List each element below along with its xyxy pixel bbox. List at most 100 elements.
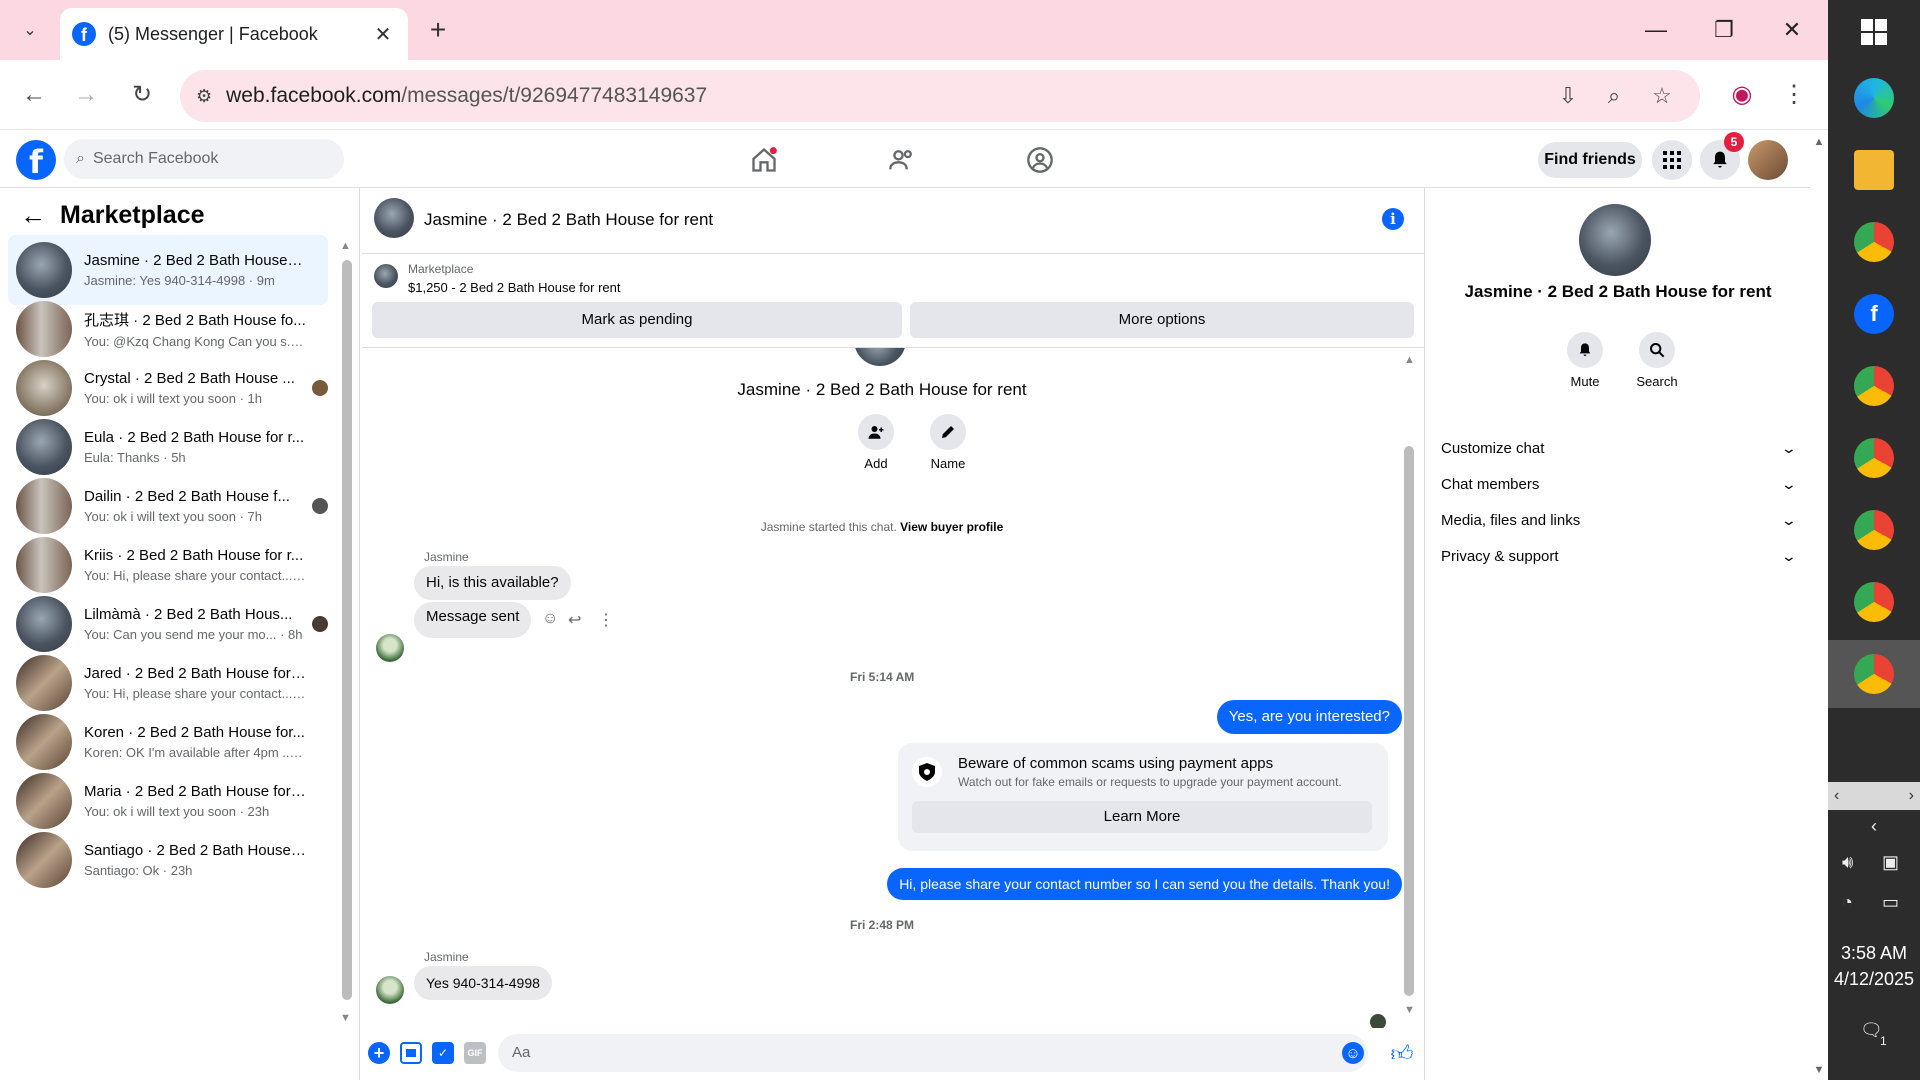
show-hidden-icons-icon[interactable]: ‹ xyxy=(1828,816,1920,837)
back-icon[interactable]: ← xyxy=(16,77,52,113)
sender-name: Jasmine xyxy=(424,950,469,964)
battery-icon[interactable]: ▭ xyxy=(1882,892,1899,913)
conversation-list-scrollbar[interactable] xyxy=(342,260,352,1000)
thumbs-up-icon[interactable]: 👍︎ xyxy=(1390,1041,1414,1066)
react-icon[interactable]: ☺ xyxy=(542,610,558,628)
taskbar-scroll-control[interactable]: ‹ › xyxy=(1828,782,1920,810)
chrome-icon[interactable] xyxy=(1854,222,1894,262)
outgoing-message[interactable]: Hi, please share your contact number so … xyxy=(887,868,1402,900)
chat-scroll-up-icon[interactable]: ▲ xyxy=(1404,354,1415,366)
view-buyer-profile-link[interactable]: View buyer profile xyxy=(900,520,1003,534)
volume-icon[interactable]: 🔊︎ xyxy=(1842,852,1853,873)
media-files-links-section[interactable]: Media, files and links ⌄ xyxy=(1441,500,1797,540)
chevron-right-icon[interactable]: › xyxy=(1909,787,1914,805)
restore-icon[interactable]: ❐ xyxy=(1704,10,1744,50)
section-label: Privacy & support xyxy=(1441,547,1559,565)
add-people-button[interactable]: Add xyxy=(846,414,906,471)
listing-title[interactable]: $1,250 - 2 Bed 2 Bath House for rent xyxy=(408,280,620,295)
incoming-message[interactable]: Yes 940-314-4998 xyxy=(414,966,552,1000)
zoom-icon[interactable]: ⌕ xyxy=(1598,80,1630,112)
chat-members-section[interactable]: Chat members ⌄ xyxy=(1441,464,1797,504)
incoming-message[interactable]: Hi, is this available? xyxy=(414,566,571,600)
learn-more-button[interactable]: Learn More xyxy=(912,801,1372,833)
windows-taskbar: f ‹ › ‹ 🔊︎ ▣ ◔ ▭ 3:58 AM 4/12/2025 🗨︎ 1 xyxy=(1828,0,1920,1080)
chrome-profile-icon[interactable] xyxy=(1854,582,1894,622)
menu-grid-icon[interactable] xyxy=(1652,140,1692,180)
forward-icon[interactable]: → xyxy=(68,77,104,113)
customize-chat-section[interactable]: Customize chat ⌄ xyxy=(1441,428,1797,468)
chat-scroll-down-icon[interactable]: ▼ xyxy=(1404,1004,1415,1016)
plus-icon[interactable]: + xyxy=(368,1042,390,1064)
meet-now-icon[interactable]: ▣ xyxy=(1882,852,1899,873)
browser-tab[interactable]: f (5) Messenger | Facebook ✕ xyxy=(60,8,408,60)
avatar xyxy=(16,714,72,770)
chat-scrollbar[interactable] xyxy=(1404,446,1414,996)
home-icon[interactable] xyxy=(744,140,784,180)
message-input[interactable]: Aa xyxy=(498,1034,1368,1072)
message-thread: Jasmine · 2 Bed 2 Bath House for rent Ad… xyxy=(362,348,1424,1028)
sticker-icon[interactable]: ✓ xyxy=(432,1042,454,1064)
avatar xyxy=(16,301,72,357)
facebook-logo-icon[interactable]: f xyxy=(16,140,56,181)
details-avatar[interactable] xyxy=(1579,204,1651,276)
incoming-message[interactable]: Message sent xyxy=(414,602,532,638)
sender-avatar[interactable] xyxy=(376,634,404,662)
profile-icon[interactable]: ◉ xyxy=(1724,77,1760,113)
taskbar-clock[interactable]: 3:58 AM 4/12/2025 xyxy=(1828,940,1920,992)
emoji-icon[interactable]: ☺ xyxy=(1342,1042,1364,1064)
windows-start-icon[interactable] xyxy=(1854,12,1894,52)
conversation-item[interactable]: Santiago · 2 Bed 2 Bath House ... Santiag… xyxy=(8,825,328,895)
reply-icon[interactable]: ↩ xyxy=(568,610,581,630)
back-arrow-icon[interactable]: ← xyxy=(20,200,46,231)
wifi-icon[interactable]: ◔ xyxy=(1842,892,1853,913)
chrome-profile-icon[interactable] xyxy=(1854,654,1894,694)
chat-header: Jasmine · 2 Bed 2 Bath House for rent i xyxy=(362,188,1424,254)
friends-icon[interactable] xyxy=(882,140,922,180)
privacy-support-section[interactable]: Privacy & support ⌄ xyxy=(1441,536,1797,576)
new-tab-button[interactable]: + xyxy=(420,14,456,48)
minimize-icon[interactable]: — xyxy=(1636,10,1676,50)
avatar xyxy=(16,242,72,298)
more-actions-icon[interactable]: ⋮ xyxy=(598,610,614,630)
groups-icon[interactable] xyxy=(1020,140,1060,180)
scroll-up-icon[interactable]: ▲ xyxy=(340,240,351,252)
facebook-app-icon[interactable]: f xyxy=(1854,294,1894,334)
close-tab-icon[interactable]: ✕ xyxy=(370,22,396,47)
search-input[interactable]: ⌕ Search Facebook xyxy=(64,139,344,179)
chat-avatar[interactable] xyxy=(374,198,414,238)
add-label: Add xyxy=(864,456,888,471)
outgoing-message[interactable]: Yes, are you interested? xyxy=(1216,700,1402,734)
scroll-down-icon[interactable]: ▼ xyxy=(340,1012,351,1024)
address-bar[interactable]: ⚙ web.facebook.com/messages/t/9269477483… xyxy=(180,70,1700,122)
more-options-button[interactable]: More options xyxy=(910,302,1414,338)
search-in-conversation-button[interactable]: Search xyxy=(1627,332,1687,389)
site-settings-icon[interactable]: ⚙ xyxy=(196,86,212,107)
conversation-info-icon[interactable]: i xyxy=(1382,208,1404,230)
chat-title[interactable]: Jasmine · 2 Bed 2 Bath House for rent xyxy=(424,210,713,230)
file-explorer-icon[interactable] xyxy=(1854,150,1894,190)
close-window-icon[interactable]: ✕ xyxy=(1772,10,1812,50)
name-chat-button[interactable]: Name xyxy=(918,414,978,471)
chrome-profile-icon[interactable] xyxy=(1854,510,1894,550)
bookmark-star-icon[interactable]: ☆ xyxy=(1646,80,1678,112)
image-icon[interactable] xyxy=(400,1042,422,1064)
find-friends-button[interactable]: Find friends xyxy=(1538,142,1642,178)
chrome-profile-icon[interactable] xyxy=(1854,366,1894,406)
tab-search-button[interactable]: ⌄ xyxy=(10,12,50,48)
reload-icon[interactable]: ↻ xyxy=(124,77,160,113)
page-scroll-up-icon[interactable]: ▲ xyxy=(1810,136,1828,150)
page-scroll-down-icon[interactable]: ▼ xyxy=(1810,1064,1828,1076)
mark-as-pending-button[interactable]: Mark as pending xyxy=(372,302,902,338)
pencil-icon xyxy=(930,414,966,450)
browser-menu-icon[interactable]: ⋮ xyxy=(1776,77,1812,113)
mute-button[interactable]: Mute xyxy=(1555,332,1615,389)
install-app-icon[interactable]: ⇩ xyxy=(1552,80,1584,112)
chevron-left-icon[interactable]: ‹ xyxy=(1834,787,1839,805)
chrome-profile-icon[interactable] xyxy=(1854,438,1894,478)
edge-browser-icon[interactable] xyxy=(1854,78,1894,118)
conversation-name: Maria · 2 Bed 2 Bath House for ... xyxy=(84,783,306,800)
sender-avatar[interactable] xyxy=(376,976,404,1004)
gif-icon[interactable]: GIF xyxy=(464,1042,486,1064)
listing-thumbnail[interactable] xyxy=(374,264,398,288)
account-avatar[interactable] xyxy=(1748,140,1788,180)
